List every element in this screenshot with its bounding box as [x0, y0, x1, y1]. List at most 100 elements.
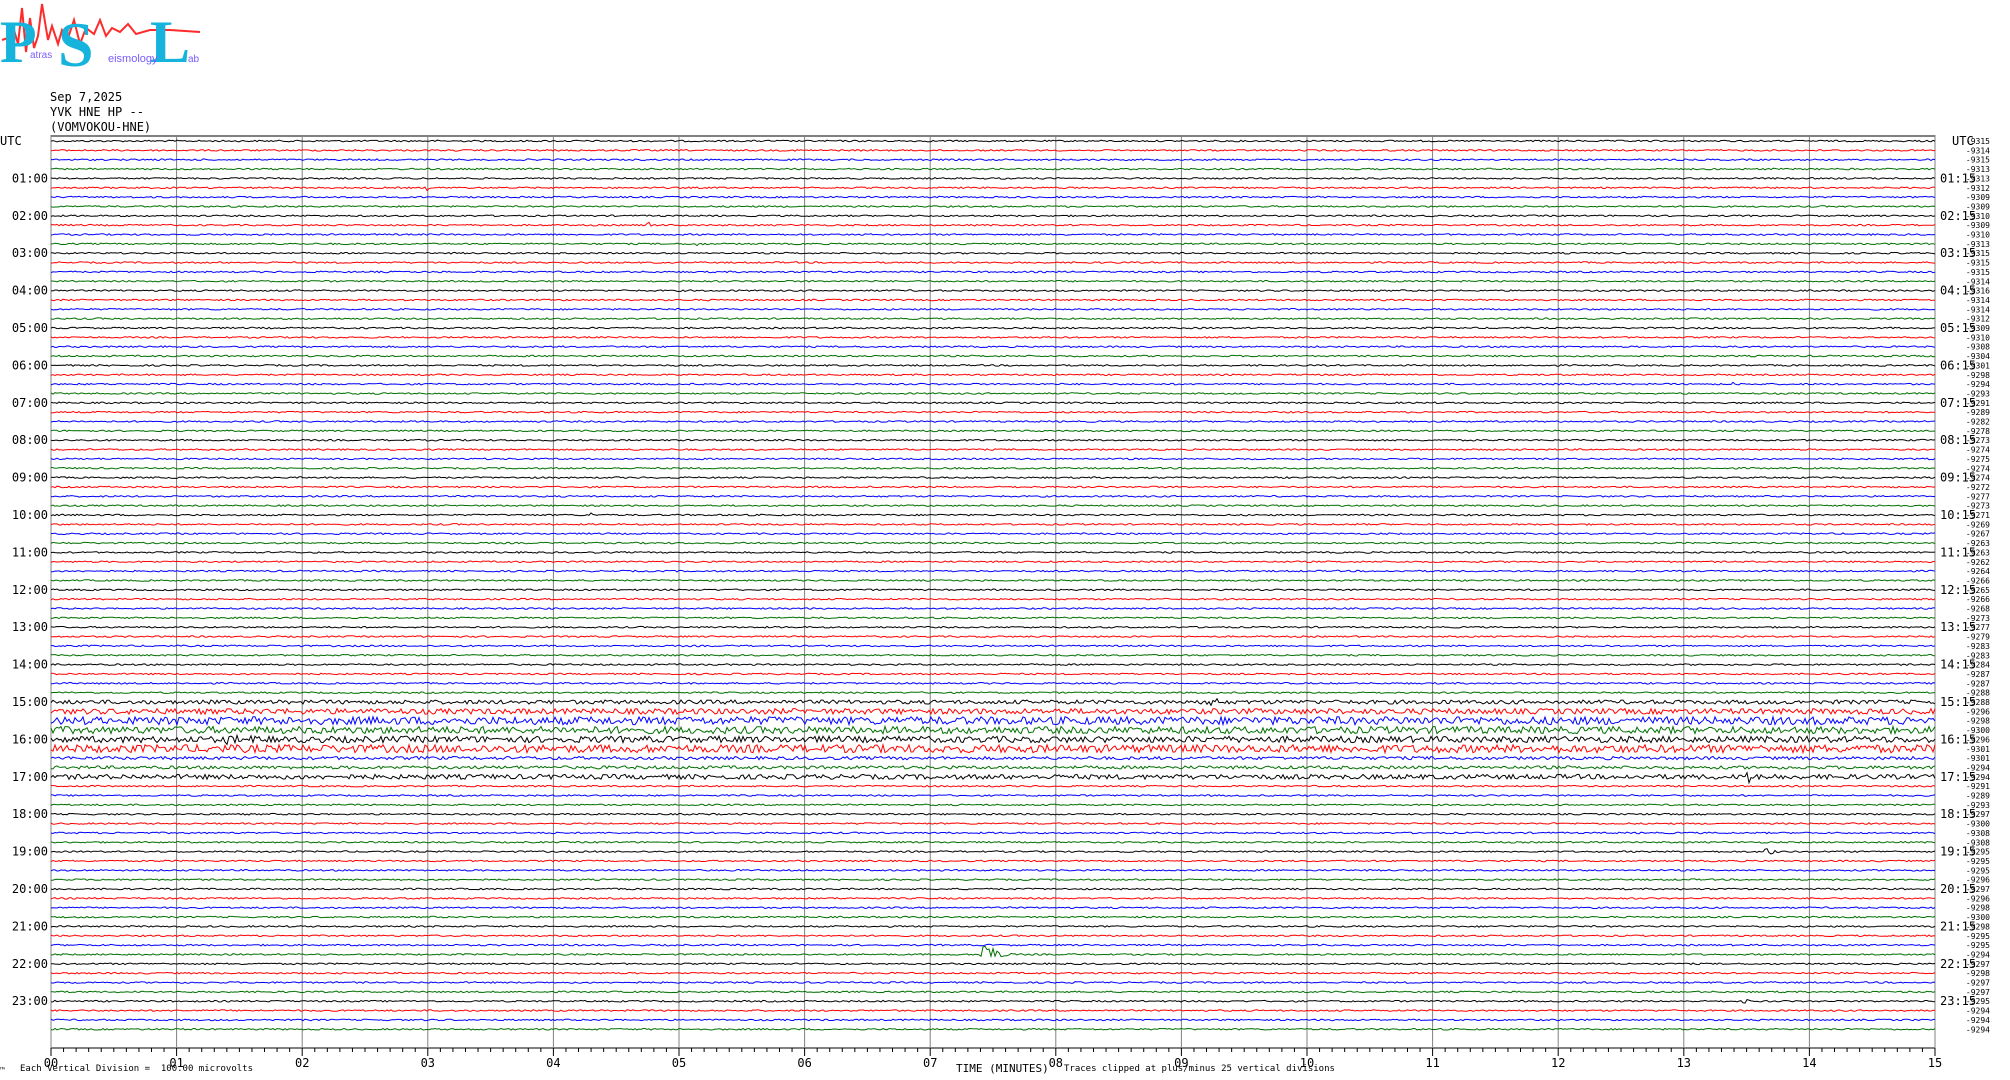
left-hour-label: 10:00 [12, 508, 48, 522]
seismic-trace [50, 635, 1936, 638]
seismic-trace [50, 541, 1936, 545]
axis-labels: 00 01 02 03 04 05 06 07 08 09 10 11 12 13 14 15-9315-93… [0, 134, 1990, 1070]
seismic-trace [50, 214, 1936, 218]
right-hour-label: 08:15 [1940, 433, 1976, 447]
seismic-trace [50, 859, 1936, 863]
seismic-trace [50, 205, 1936, 208]
seismic-trace [50, 186, 1936, 192]
seismic-trace [50, 1018, 1936, 1022]
seismic-trace [50, 148, 1936, 152]
x-tick-label: 06 [797, 1056, 811, 1070]
seismic-trace [50, 485, 1936, 489]
trace-offset-label: -9315 [1966, 268, 1990, 277]
seismic-trace [50, 934, 1936, 938]
seismic-trace [50, 335, 1936, 339]
seismic-trace [50, 381, 1936, 386]
seismic-trace [50, 429, 1935, 433]
left-hour-label: 14:00 [12, 658, 48, 672]
seismic-trace [50, 158, 1936, 162]
seismic-trace [50, 784, 1936, 788]
seismic-trace [50, 195, 1936, 199]
right-hour-label: 20:15 [1940, 882, 1976, 896]
seismic-trace [50, 139, 1936, 143]
left-hour-label: 13:00 [12, 620, 48, 634]
trace-offset-label: -9289 [1966, 792, 1990, 801]
seismic-trace [50, 261, 1935, 264]
seismic-trace [50, 298, 1935, 302]
seismic-trace [50, 840, 1936, 844]
left-hour-label: 17:00 [12, 770, 48, 784]
x-tick-label: 03 [421, 1056, 435, 1070]
seismic-trace [50, 765, 1936, 770]
seismic-trace [50, 457, 1936, 461]
seismic-trace [50, 981, 1936, 984]
x-tick-label: 15 [1928, 1056, 1942, 1070]
trace-offset-label: -9314 [1966, 305, 1990, 314]
trace-offset-label: -9298 [1966, 717, 1990, 726]
seismic-trace [50, 326, 1935, 330]
right-hour-label: 10:15 [1940, 508, 1976, 522]
seismic-trace [50, 848, 1936, 855]
right-hour-label: 17:15 [1940, 770, 1976, 784]
right-axis-label: UTC [1952, 134, 1974, 148]
right-hour-label: 13:15 [1940, 620, 1976, 634]
seismic-trace [50, 607, 1936, 610]
seismic-trace [50, 221, 1936, 227]
trace-offset-label: -9283 [1966, 642, 1990, 651]
seismic-trace [50, 569, 1936, 573]
right-hour-label: 15:15 [1940, 695, 1976, 709]
trace-offset-label: -9310 [1966, 231, 1990, 240]
seismic-trace [50, 1009, 1936, 1012]
right-hour-label: 21:15 [1940, 919, 1976, 933]
seismic-trace [50, 550, 1936, 554]
seismic-trace [50, 579, 1936, 582]
seismic-trace [50, 476, 1936, 480]
left-hour-label: 15:00 [12, 695, 48, 709]
left-hour-label: 12:00 [12, 583, 48, 597]
left-hour-label: 19:00 [12, 845, 48, 859]
x-axis-title: TIME (MINUTES) [956, 1062, 1049, 1075]
left-hour-label: 22:00 [12, 957, 48, 971]
left-hour-label: 02:00 [12, 209, 48, 223]
seismic-trace [50, 878, 1936, 882]
seismic-trace [50, 1027, 1936, 1031]
x-tick-label: 12 [1551, 1056, 1565, 1070]
seismic-trace [50, 945, 1936, 959]
left-hour-label: 05:00 [12, 321, 48, 335]
x-tick-label: 02 [295, 1056, 309, 1070]
seismic-trace [50, 990, 1936, 994]
right-hour-label: 02:15 [1940, 209, 1976, 223]
plot-frame [50, 135, 1936, 1049]
seismic-trace [50, 233, 1936, 236]
seismic-trace [50, 755, 1936, 761]
helicorder-plot: 00 01 02 03 04 05 06 07 08 09 10 11 12 13 14 15-9315-93… [0, 134, 1990, 1070]
trace-offset-label: -9282 [1966, 418, 1990, 427]
left-hour-label: 09:00 [12, 471, 48, 485]
seismic-trace [50, 697, 1936, 707]
trace-offset-label: -9295 [1966, 941, 1990, 950]
seismic-trace [50, 279, 1936, 283]
seismic-trace [50, 504, 1936, 508]
seismic-trace [50, 438, 1936, 442]
seismic-trace [50, 653, 1936, 657]
seismic-trace [50, 724, 1936, 736]
seismic-trace [50, 588, 1936, 592]
x-tick-label: 11 [1425, 1056, 1439, 1070]
right-hour-label: 04:15 [1940, 284, 1976, 298]
seismic-trace [51, 532, 1936, 536]
seismic-trace [50, 242, 1936, 247]
seismic-trace [50, 494, 1936, 498]
seismic-trace [50, 943, 1936, 947]
seismic-trace [50, 448, 1935, 451]
right-hour-label: 11:15 [1940, 545, 1976, 559]
seismic-trace [50, 742, 1936, 755]
right-hour-label: 07:15 [1940, 396, 1976, 410]
trace-offset-label: -9301 [1966, 754, 1990, 763]
trace-offset-label: -9298 [1966, 904, 1990, 913]
seismic-trace [50, 466, 1936, 470]
right-hour-label: 03:15 [1940, 246, 1976, 260]
seismic-trace [51, 962, 1936, 966]
seismic-trace [50, 971, 1936, 975]
right-hour-label: 23:15 [1940, 994, 1976, 1008]
seismic-trace [50, 831, 1936, 835]
